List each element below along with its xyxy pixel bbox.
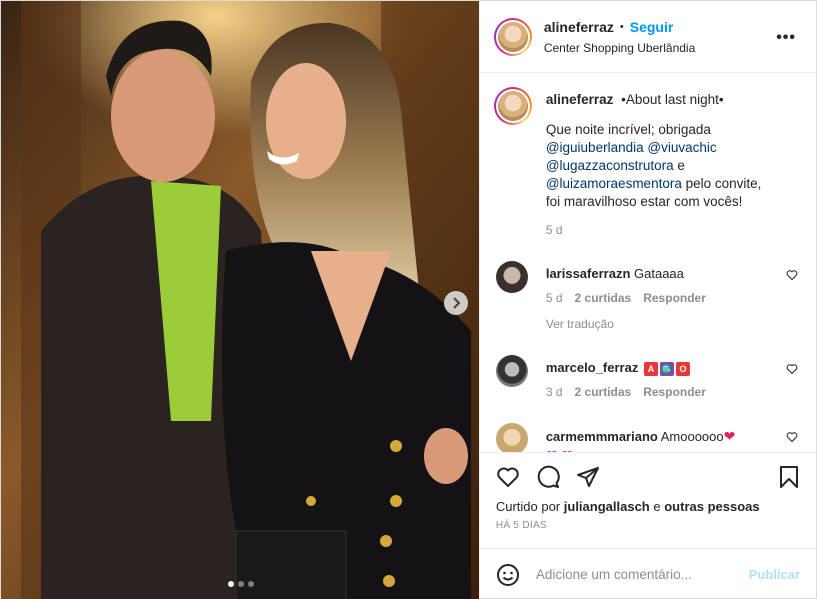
- liked-by-middle: e: [653, 499, 661, 514]
- commenter-avatar[interactable]: [495, 261, 528, 293]
- reply-button[interactable]: Responder: [643, 289, 706, 307]
- carousel-dot-active: [228, 581, 234, 587]
- emoji-smiley-icon[interactable]: [496, 563, 520, 587]
- post-caption: alineferraz •About last night• Que noite…: [493, 87, 802, 239]
- post-actions: Curtido por juliangallasch e outras pess…: [479, 452, 816, 548]
- comment-likes[interactable]: 2 curtidas: [575, 383, 632, 401]
- emoji-a-badge: A: [643, 361, 658, 376]
- caption-time[interactable]: 5 d: [546, 221, 762, 239]
- reply-button[interactable]: Responder: [643, 383, 706, 401]
- caption-text: pelo convite,: [685, 176, 762, 191]
- publish-button[interactable]: Publicar: [749, 567, 800, 582]
- comment-item: carmemmmariano Amoooooo❤ ❤ ❤: [494, 423, 802, 452]
- commenter-avatar[interactable]: [495, 355, 528, 387]
- comment-text: Gataaaa: [634, 266, 684, 281]
- more-options-icon[interactable]: •••: [776, 29, 796, 47]
- liked-by-text: Curtido por juliangallasch e outras pess…: [496, 499, 800, 514]
- carousel-dot: [238, 581, 244, 587]
- comment-time[interactable]: 5 d: [546, 289, 563, 307]
- caption-avatar[interactable]: [493, 87, 532, 125]
- mention-link[interactable]: @iguiuberlandia: [546, 140, 644, 155]
- carousel-dot: [248, 581, 254, 587]
- mention-link[interactable]: @viuvachic: [647, 140, 716, 155]
- comment-item: marcelo_ferraz A ♏ O 3 d 2 curtidas Respon…: [494, 355, 802, 401]
- author-avatar[interactable]: [493, 17, 532, 56]
- separator: •: [619, 20, 624, 33]
- add-comment-bar: Publicar: [479, 548, 816, 599]
- post-location[interactable]: Center Shopping Uberlândia: [544, 41, 695, 55]
- next-slide-button[interactable]: [444, 291, 468, 315]
- comment-item: larissaferrazn Gataaaa 5 d 2 curtidas Re…: [494, 261, 802, 333]
- emoji-o-badge: O: [675, 361, 690, 376]
- see-translation-link[interactable]: Ver tradução: [546, 315, 706, 333]
- save-bookmark-icon[interactable]: [778, 465, 800, 489]
- red-heart-emoji: ❤ ❤: [546, 447, 573, 452]
- commenter-avatar[interactable]: [495, 423, 528, 452]
- chevron-right-icon: [453, 297, 461, 309]
- comments-list[interactable]: alineferraz •About last night• Que noite…: [480, 73, 816, 452]
- post-photo: [1, 1, 479, 599]
- comment-bubble-icon[interactable]: [536, 465, 560, 489]
- commenter-username[interactable]: larissaferrazn: [546, 266, 631, 281]
- like-comment-heart-icon[interactable]: [786, 363, 798, 375]
- follow-button[interactable]: Seguir: [630, 19, 674, 35]
- carousel-indicator: [228, 581, 254, 587]
- comment-input[interactable]: [535, 567, 749, 582]
- emoji-scorpio-badge: ♏: [659, 361, 674, 376]
- caption-text: e: [677, 158, 685, 173]
- caption-text: foi maravilhoso estar com vocês!: [545, 194, 743, 209]
- post-sidebar: alineferraz • Seguir Center Shopping Ube…: [478, 1, 816, 599]
- comment-text: Amoooooo: [660, 429, 724, 444]
- liked-by-user[interactable]: juliangallasch: [564, 499, 650, 514]
- like-comment-heart-icon[interactable]: [786, 269, 798, 281]
- caption-intro: Que noite incrível; obrigada: [545, 122, 711, 137]
- post-header: alineferraz • Seguir Center Shopping Ube…: [479, 1, 816, 73]
- commenter-username[interactable]: marcelo_ferraz: [546, 360, 639, 375]
- post-date[interactable]: HÁ 5 DIAS: [496, 520, 800, 531]
- mention-link[interactable]: @lugazzaconstrutora: [546, 158, 674, 173]
- liked-by-prefix: Curtido por: [495, 499, 561, 514]
- comment-likes[interactable]: 2 curtidas: [575, 289, 632, 307]
- caption-username[interactable]: alineferraz: [546, 92, 614, 107]
- caption-title: •About last night•: [621, 92, 724, 107]
- liked-by-others[interactable]: outras pessoas: [664, 499, 759, 514]
- comment-time[interactable]: 3 d: [546, 383, 563, 401]
- post-media[interactable]: [1, 1, 479, 599]
- instagram-post-modal: alineferraz • Seguir Center Shopping Ube…: [0, 0, 817, 599]
- red-heart-emoji: ❤: [723, 428, 736, 444]
- mention-link[interactable]: @luizamoraesmentora: [546, 176, 682, 191]
- like-heart-icon[interactable]: [496, 465, 520, 489]
- commenter-username[interactable]: carmemmmariano: [546, 429, 658, 444]
- author-username[interactable]: alineferraz: [544, 19, 614, 35]
- share-paper-plane-icon[interactable]: [576, 465, 600, 489]
- like-comment-heart-icon[interactable]: [786, 431, 798, 443]
